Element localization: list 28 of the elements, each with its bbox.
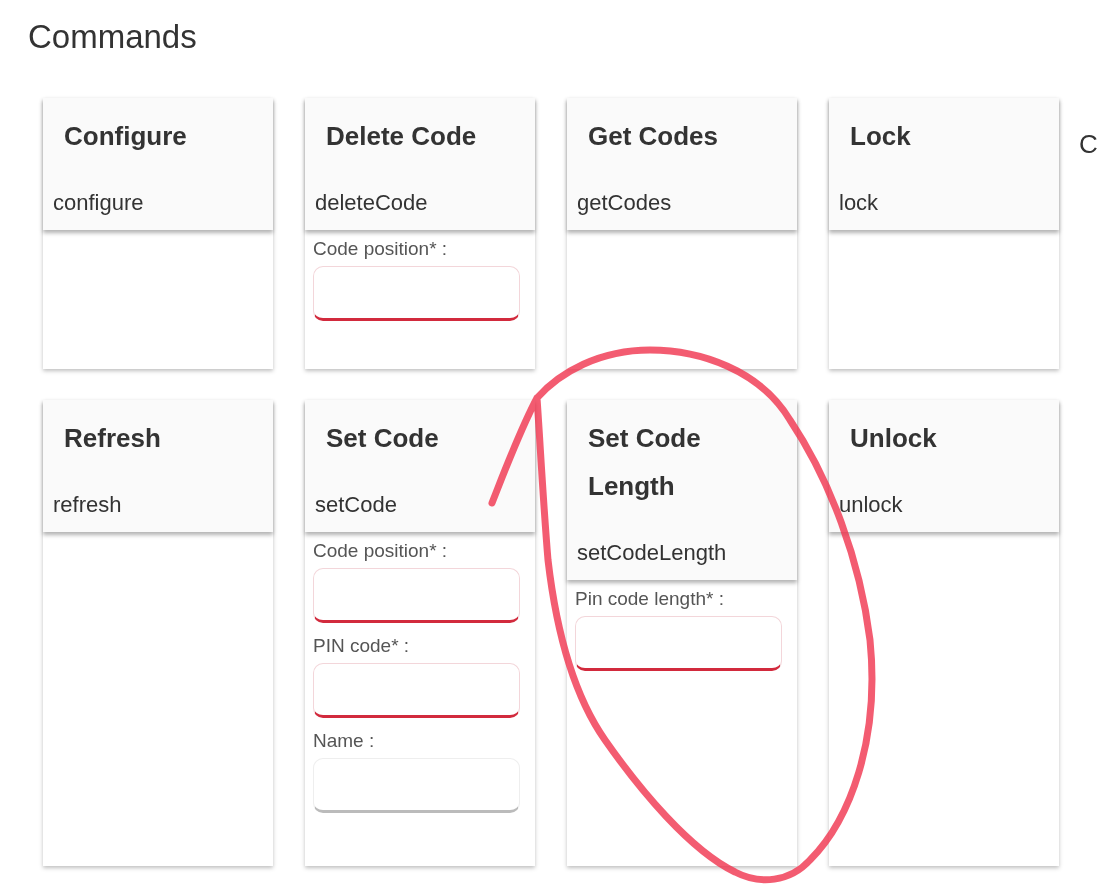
card-title: Set Code	[326, 422, 439, 455]
input-field[interactable]	[575, 616, 782, 671]
card-title: Lock	[850, 120, 911, 153]
card-title: Get Codes	[588, 120, 719, 153]
field-label: Name :	[313, 730, 375, 752]
command-name: refresh	[53, 492, 122, 518]
field-label: Code position* :	[313, 238, 448, 260]
input-field[interactable]	[313, 568, 520, 623]
card-title: Unlock	[850, 422, 937, 455]
command-name: getCodes	[577, 190, 672, 216]
command-name: deleteCode	[315, 190, 428, 216]
command-name: lock	[839, 190, 879, 216]
card-title: Set Code Length	[588, 422, 702, 503]
card-title: C	[1079, 129, 1098, 159]
command-name: unlock	[839, 492, 903, 518]
command-name: setCodeLength	[577, 540, 727, 566]
field-label: Pin code length* :	[575, 588, 724, 610]
card-title: Configure	[64, 120, 187, 153]
input-field[interactable]	[313, 663, 520, 718]
page-title: Commands	[28, 18, 197, 55]
command-name: configure	[53, 190, 144, 216]
field-label: PIN code* :	[313, 635, 410, 657]
field-label: Code position* :	[313, 540, 448, 562]
input-field[interactable]	[313, 758, 520, 813]
card-title: Refresh	[64, 422, 161, 455]
card-title: Delete Code	[326, 120, 477, 153]
input-field[interactable]	[313, 266, 520, 321]
command-name: setCode	[315, 492, 397, 518]
